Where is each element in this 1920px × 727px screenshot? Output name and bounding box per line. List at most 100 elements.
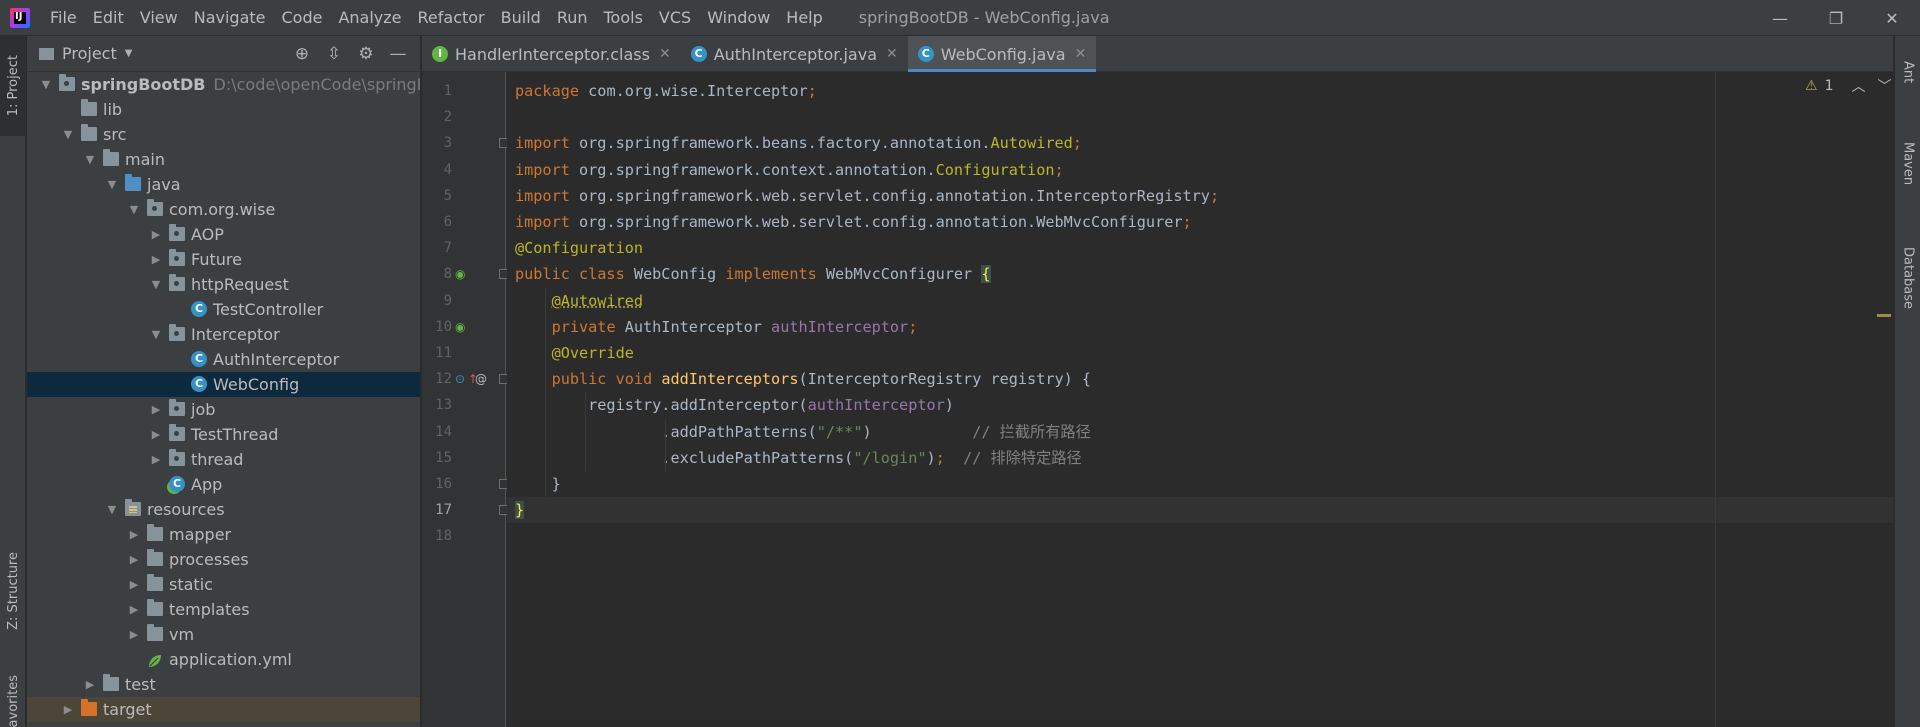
- ant-tool-tab[interactable]: Ant: [1895, 42, 1920, 102]
- tree-item[interactable]: ▶ thread: [27, 447, 420, 472]
- line-number[interactable]: 16: [422, 471, 452, 497]
- code-line[interactable]: import org.springframework.beans.factory…: [507, 130, 1893, 156]
- menu-analyze[interactable]: Analyze: [330, 0, 409, 36]
- minimize-button[interactable]: —: [1752, 0, 1808, 36]
- chevron-down-icon[interactable]: ▼: [105, 172, 119, 197]
- hide-panel-icon[interactable]: —: [382, 44, 414, 64]
- close-tab-icon[interactable]: ✕: [886, 46, 898, 62]
- chevron-right-icon[interactable]: ▶: [149, 397, 163, 422]
- code-line[interactable]: @Override: [507, 340, 1893, 366]
- line-number[interactable]: 7: [422, 235, 452, 261]
- database-tool-tab[interactable]: Database: [1895, 228, 1920, 328]
- code-line[interactable]: public void addInterceptors(InterceptorR…: [507, 366, 1893, 392]
- chevron-right-icon[interactable]: ▶: [83, 672, 97, 697]
- chevron-right-icon[interactable]: ▶: [61, 697, 75, 722]
- line-number[interactable]: 12: [422, 366, 452, 392]
- code-line[interactable]: [507, 104, 1893, 130]
- chevron-right-icon[interactable]: ▶: [149, 422, 163, 447]
- chevron-right-icon[interactable]: ▶: [149, 247, 163, 272]
- tree-item[interactable]: ▶ test: [27, 672, 420, 697]
- editor-tab[interactable]: I HandlerInterceptor.class ✕: [422, 36, 681, 72]
- tree-item[interactable]: ▶ processes: [27, 547, 420, 572]
- menu-tools[interactable]: Tools: [596, 0, 651, 36]
- code-line[interactable]: registry.addInterceptor(authInterceptor): [507, 392, 1893, 418]
- autowired-gutter-icon[interactable]: ◉: [455, 314, 465, 340]
- chevron-right-icon[interactable]: ▶: [149, 222, 163, 247]
- chevron-down-icon[interactable]: ▼: [149, 322, 163, 347]
- close-tab-icon[interactable]: ✕: [1075, 46, 1087, 62]
- close-window-button[interactable]: ✕: [1864, 0, 1920, 36]
- code-line[interactable]: .addPathPatterns("/**") // 拦截所有路径: [507, 419, 1893, 445]
- line-number[interactable]: 13: [422, 392, 452, 418]
- code-line[interactable]: }: [507, 471, 1893, 497]
- tree-item[interactable]: ▶ target: [27, 697, 420, 722]
- tree-item[interactable]: ▼ httpRequest: [27, 272, 420, 297]
- line-number[interactable]: 5: [422, 183, 452, 209]
- chevron-down-icon[interactable]: ▼: [39, 72, 53, 97]
- gear-icon[interactable]: ⚙: [350, 44, 382, 64]
- menu-edit[interactable]: Edit: [85, 0, 132, 36]
- menu-help[interactable]: Help: [778, 0, 830, 36]
- chevron-right-icon[interactable]: ▶: [127, 572, 141, 597]
- menu-code[interactable]: Code: [274, 0, 331, 36]
- collapse-all-icon[interactable]: ⇳: [318, 44, 350, 64]
- chevron-down-icon[interactable]: ▼: [125, 48, 133, 59]
- chevron-right-icon[interactable]: ▶: [127, 547, 141, 572]
- chevron-down-icon[interactable]: ▼: [127, 197, 141, 222]
- menu-file[interactable]: File: [42, 0, 85, 36]
- line-number[interactable]: 9: [422, 288, 452, 314]
- maven-tool-tab[interactable]: Maven: [1895, 114, 1920, 214]
- chevron-down-icon[interactable]: ▼: [61, 122, 75, 147]
- code-line[interactable]: .excludePathPatterns("/login"); // 排除特定路…: [507, 445, 1893, 471]
- tree-item[interactable]: C AuthInterceptor: [27, 347, 420, 372]
- line-number[interactable]: 1: [422, 78, 452, 104]
- code-line[interactable]: private AuthInterceptor authInterceptor;: [507, 314, 1893, 340]
- restore-button[interactable]: ❐: [1808, 0, 1864, 36]
- tree-item[interactable]: ▶ TestThread: [27, 422, 420, 447]
- line-number[interactable]: 17: [422, 497, 452, 523]
- menu-window[interactable]: Window: [699, 0, 778, 36]
- code-line[interactable]: @Configuration: [507, 235, 1893, 261]
- line-number[interactable]: 8: [422, 261, 452, 287]
- menu-refactor[interactable]: Refactor: [410, 0, 493, 36]
- code-editor[interactable]: package com.org.wise.Interceptor; import …: [507, 72, 1893, 727]
- code-line[interactable]: }: [507, 497, 1893, 524]
- tree-item[interactable]: application.yml: [27, 647, 420, 672]
- tree-item[interactable]: ▼ java: [27, 172, 420, 197]
- tree-item[interactable]: ▼ src: [27, 122, 420, 147]
- tree-item[interactable]: C TestController: [27, 297, 420, 322]
- previous-highlight-icon[interactable]: ︿: [1851, 76, 1865, 96]
- warning-scroll-marker[interactable]: [1877, 314, 1891, 317]
- tree-item[interactable]: ▼ main: [27, 147, 420, 172]
- tree-item[interactable]: ▼ com.org.wise: [27, 197, 420, 222]
- chevron-down-icon[interactable]: ▼: [83, 147, 97, 172]
- chevron-right-icon[interactable]: ▶: [127, 597, 141, 622]
- code-line[interactable]: import org.springframework.context.annot…: [507, 157, 1893, 183]
- menu-navigate[interactable]: Navigate: [186, 0, 274, 36]
- tree-item[interactable]: ▶ job: [27, 397, 420, 422]
- line-number[interactable]: 2: [422, 104, 452, 130]
- tree-item[interactable]: ▼ resources: [27, 497, 420, 522]
- close-tab-icon[interactable]: ✕: [659, 46, 671, 62]
- line-number[interactable]: 10: [422, 314, 452, 340]
- editor-tab[interactable]: C WebConfig.java ✕: [907, 36, 1097, 72]
- code-line[interactable]: @Autowired: [507, 288, 1893, 314]
- line-number[interactable]: 4: [422, 157, 452, 183]
- line-number[interactable]: 18: [422, 523, 452, 549]
- line-number[interactable]: 3: [422, 130, 452, 156]
- menu-vcs[interactable]: VCS: [651, 0, 699, 36]
- spring-bean-gutter-icon[interactable]: ◉: [455, 261, 465, 287]
- override-gutter-icon[interactable]: ⊙: [455, 366, 465, 392]
- tree-item[interactable]: ▶ AOP: [27, 222, 420, 247]
- structure-tool-tab[interactable]: Z: Structure: [0, 546, 26, 636]
- chevron-right-icon[interactable]: ▶: [127, 522, 141, 547]
- menu-view[interactable]: View: [132, 0, 186, 36]
- code-line[interactable]: import org.springframework.web.servlet.c…: [507, 183, 1893, 209]
- tree-item[interactable]: ▶ vm: [27, 622, 420, 647]
- code-line[interactable]: public class WebConfig implements WebMvc…: [507, 261, 1893, 287]
- annotation-gutter-icon[interactable]: @: [475, 366, 487, 392]
- chevron-right-icon[interactable]: ▶: [149, 447, 163, 472]
- menu-build[interactable]: Build: [493, 0, 549, 36]
- line-number[interactable]: 15: [422, 445, 452, 471]
- tree-item[interactable]: ▶ Future: [27, 247, 420, 272]
